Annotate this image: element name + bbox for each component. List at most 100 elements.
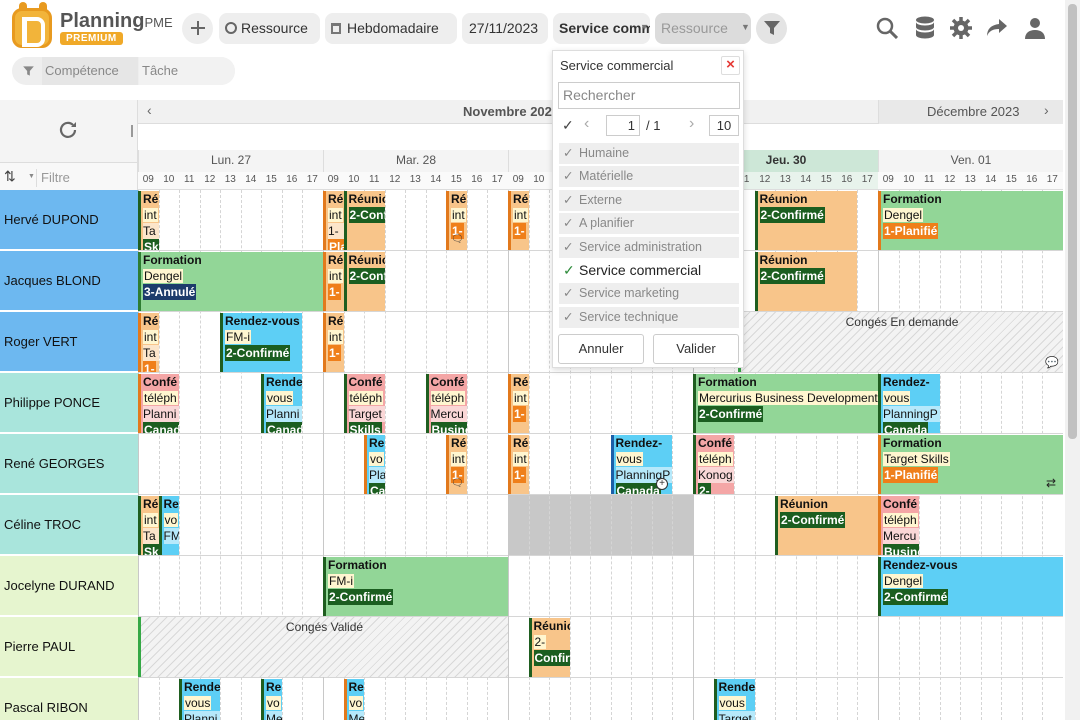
event-block[interactable]: Confé téléph Konog 2- <box>693 435 734 494</box>
event-subject: FM-i <box>328 573 508 589</box>
date-input[interactable]: 27/11/2023 <box>462 13 548 44</box>
absence-block[interactable]: Congés En demande <box>738 312 1063 372</box>
event-block[interactable]: Rendez-vous Dengel 2-Confirmé <box>878 557 1063 616</box>
event-block[interactable]: Réunion2-Confirmé <box>754 191 857 250</box>
popup-option[interactable]: ✓ Humaine <box>559 143 739 164</box>
popup-option[interactable]: ✓ Service marketing <box>559 283 739 305</box>
settings-button[interactable] <box>946 13 976 43</box>
next-month-label: Décembre 2023 <box>927 104 1020 119</box>
add-button[interactable] <box>182 13 213 44</box>
event-block[interactable]: Confé téléphMercuBusine <box>878 496 919 555</box>
resource-name[interactable]: Roger VERT <box>0 312 138 372</box>
resource-name[interactable]: Céline TROC <box>0 495 138 555</box>
event-subject: vous <box>266 390 302 406</box>
close-button[interactable]: × <box>721 56 740 75</box>
next-period-button[interactable]: › <box>1044 102 1049 118</box>
resource-name[interactable]: Jacques BLOND <box>0 251 138 311</box>
scrollbar[interactable] <box>1065 0 1080 720</box>
resize-handle[interactable] <box>131 125 133 137</box>
resource-name[interactable]: Hervé DUPOND <box>0 190 138 250</box>
resource-name[interactable]: Philippe PONCE <box>0 373 138 433</box>
event-block[interactable]: Rendez-vous PlanningP Canada <box>878 374 940 433</box>
event-subject-text: int <box>451 452 466 466</box>
popup-option[interactable]: ✓ Service administration <box>559 236 739 258</box>
event-block[interactable]: Réunion 2-Confir <box>528 618 570 677</box>
validate-button[interactable]: Valider <box>653 334 739 364</box>
event-block[interactable]: Ré int Ta Sk <box>138 191 159 250</box>
day-header-cell: Mar. 28 <box>323 150 508 172</box>
resource-view-selector[interactable]: Ressource <box>219 13 320 44</box>
event-block[interactable]: Formation FM-i 2-Confirmé <box>323 557 508 616</box>
event-block[interactable]: Rende vous Planni Canad <box>261 374 302 433</box>
event-block[interactable]: Réunion2-Confirmé <box>775 496 878 555</box>
search-button[interactable] <box>872 13 902 43</box>
popup-option[interactable]: ✓ Matérielle <box>559 166 739 188</box>
event-block[interactable]: Re voFM <box>158 496 179 555</box>
resource-filter-input[interactable]: Filtre <box>36 169 136 187</box>
popup-option[interactable]: ✓ Service technique <box>559 306 739 328</box>
event-block[interactable]: Ré int 1- <box>323 252 344 311</box>
database-button[interactable] <box>910 13 940 43</box>
event-title: Rendez-vous <box>883 558 958 572</box>
event-block[interactable]: Ré int Ta Sk <box>138 496 159 555</box>
refresh-button[interactable] <box>58 120 78 145</box>
popup-option-label: Humaine <box>579 146 630 160</box>
event-block[interactable]: Ré int1-Pla <box>323 191 344 250</box>
competence-input[interactable]: Compétence <box>42 57 138 85</box>
filter-button[interactable] <box>756 13 787 44</box>
prev-period-button[interactable]: ‹ <box>147 102 152 118</box>
next-page-icon[interactable]: › <box>689 115 694 133</box>
prev-page-icon[interactable]: ‹ <box>584 115 589 133</box>
resource-filter-select[interactable]: Ressource <box>655 13 751 44</box>
event-block[interactable]: Re vo Me <box>261 679 282 720</box>
popup-option[interactable]: ✓ A planifier <box>559 213 739 235</box>
cancel-button[interactable]: Annuler <box>558 334 644 364</box>
popup-option[interactable]: ✓ Service commercial <box>559 260 739 281</box>
popup-search-input[interactable]: Rechercher <box>558 82 740 109</box>
event-block[interactable]: Ré int 1- <box>508 435 529 494</box>
event-block[interactable]: Confé téléphMercuBusine <box>425 374 467 433</box>
event-block[interactable]: Réunion2-Confirmé <box>343 191 385 250</box>
event-block[interactable]: Rendez-vous FM-i 2-Confirmé <box>220 313 302 372</box>
resource-name[interactable]: Jocelyne DURAND <box>0 556 138 616</box>
event-block[interactable]: Formation Dengel 1-Planifié <box>878 191 1063 250</box>
event-block[interactable]: Formation Target Skills 1-Planifié <box>878 435 1063 494</box>
event-block[interactable]: Formation Dengel 3-Annulé <box>138 252 323 311</box>
event-block[interactable]: Ré int 1- <box>323 313 344 372</box>
user-button[interactable] <box>1020 13 1050 43</box>
scrollbar-thumb[interactable] <box>1068 4 1077 439</box>
select-all-check-icon[interactable]: ✓ <box>562 117 574 134</box>
task-input[interactable]: Tâche <box>139 57 235 85</box>
event-block[interactable]: Confé téléph Target Skills <box>343 374 385 433</box>
popup-option[interactable]: ✓ Externe <box>559 189 739 211</box>
event-subject-text: vous <box>718 696 746 710</box>
share-button[interactable] <box>982 13 1012 43</box>
event-block[interactable]: Réunion2-Confirmé <box>343 252 385 311</box>
absence-block[interactable]: Congés Validé <box>138 617 508 677</box>
resource-name[interactable]: Pierre PAUL <box>0 617 138 677</box>
popup-option-label: Externe <box>579 192 623 207</box>
page-size-input[interactable]: 10 <box>709 115 739 136</box>
add-circle-icon[interactable]: + <box>656 478 668 490</box>
event-block[interactable]: Formation Mercurius Business Development 2… <box>693 374 878 433</box>
event-block[interactable]: Rende vous Planni <box>179 679 220 720</box>
event-block[interactable]: Ré int 1- <box>508 191 529 250</box>
page-input[interactable]: 1 <box>606 115 640 136</box>
event-block[interactable]: Ré int Ta 1- <box>138 313 159 372</box>
sort-icon[interactable]: ⇅ <box>4 168 16 185</box>
event-title: Ré <box>513 192 529 206</box>
resource-name[interactable]: Pascal RIBON <box>0 678 138 720</box>
popup-option-label: Matérielle <box>579 169 634 184</box>
period-selector[interactable]: Hebdomadaire <box>325 13 457 44</box>
event-block[interactable]: Re vo Me <box>343 679 364 720</box>
event-block[interactable]: Réunion2-Confirmé <box>754 252 857 311</box>
service-filter-select[interactable]: Service commercial <box>553 13 650 44</box>
event-status: Busine <box>430 422 467 433</box>
event-block[interactable]: Re voPlaCa <box>364 435 385 494</box>
event-block[interactable]: Rende vous Target <box>713 679 755 720</box>
resource-name[interactable]: René GEORGES <box>0 434 138 494</box>
event-block[interactable]: Ré int 1- <box>508 374 529 433</box>
comment-icon[interactable]: 💬 <box>1045 356 1059 369</box>
event-status: Canada <box>883 422 929 433</box>
event-block[interactable]: Confé téléph Planni Canad <box>138 374 179 433</box>
